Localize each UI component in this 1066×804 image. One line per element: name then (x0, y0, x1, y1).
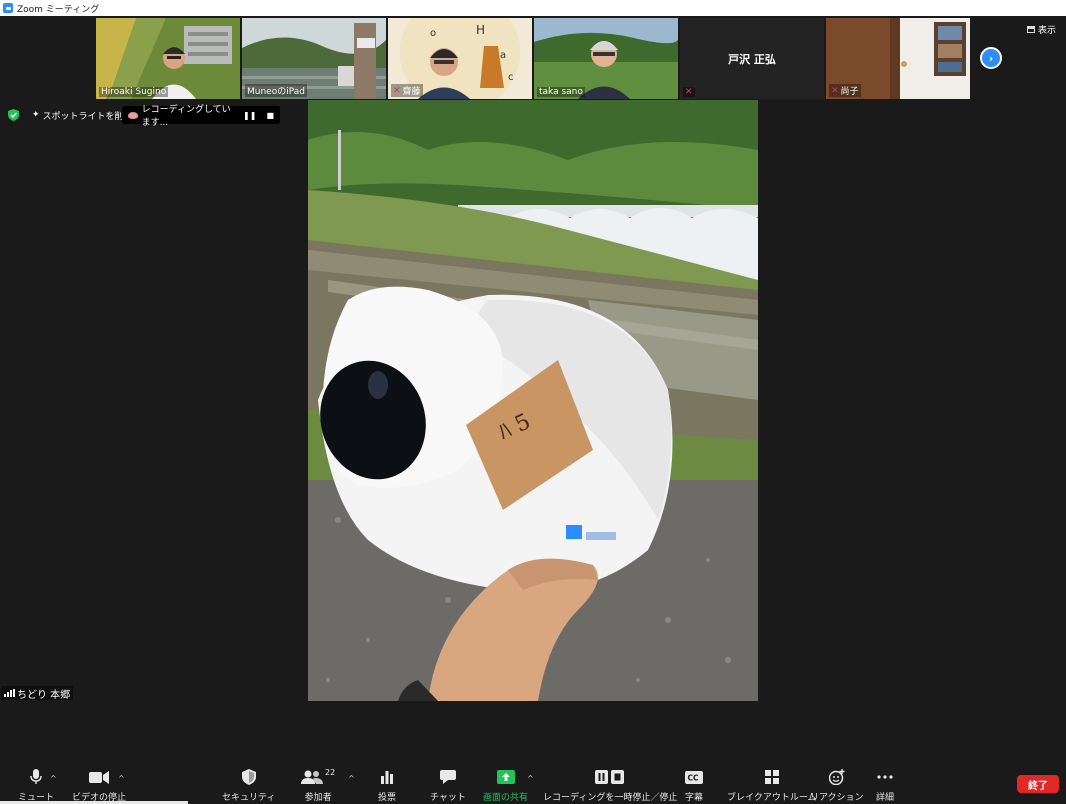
participants-button[interactable]: 22 参加者 (301, 768, 335, 803)
participant-tile[interactable]: o H a c ✕ 齋藤 (388, 18, 532, 99)
mic-muted-icon: ✕ (685, 87, 693, 97)
svg-text:o: o (430, 28, 436, 39)
svg-text:CC: CC (688, 773, 700, 782)
end-meeting-button[interactable]: 終了 (1017, 775, 1059, 793)
video-camera-icon (89, 768, 109, 786)
title-bar: Zoom ミーティング (0, 0, 1066, 16)
more-dots-icon (877, 768, 893, 786)
active-speaker-tag: ちどり 本郷 (1, 686, 74, 701)
microphone-icon (30, 768, 42, 786)
view-grid-icon (1027, 26, 1035, 33)
cc-icon: CC (685, 768, 703, 786)
remove-spotlight-button[interactable]: ✦ スポットライトを削除 (28, 107, 137, 123)
more-button[interactable]: 詳細 (876, 768, 894, 803)
participant-name-center: 戸沢 正弘 (728, 52, 776, 66)
recording-indicator: レコーディングしています... ❚❚ ■ (122, 105, 280, 128)
chevron-right-icon: › (988, 51, 994, 65)
security-label: セキュリティ (222, 793, 276, 803)
pause-stop-icon (595, 768, 625, 786)
participant-name: taka sano (537, 87, 585, 97)
pin-icon: ✦ (32, 110, 40, 120)
participant-name-text: 尚子 (840, 87, 859, 97)
participant-tile[interactable]: MuneoのiPad (242, 18, 386, 99)
participants-count-badge: 22 (325, 768, 336, 777)
participant-strip: Hiroaki Sugino MuneoのiPad o H a c ✕ 齋藤 t… (96, 18, 970, 99)
pause-stop-recording-button[interactable]: レコーディングを一時停止／停止 (543, 768, 677, 803)
participant-name: ✕ (683, 87, 695, 97)
svg-text:c: c (508, 72, 514, 83)
main-video: ﾊ 5 (308, 100, 758, 701)
captions-label: 字幕 (685, 793, 704, 803)
share-screen-button[interactable]: 画面の共有 (483, 768, 528, 803)
participant-name: ✕ 尚子 (829, 84, 861, 97)
bar-chart-icon (380, 768, 394, 786)
chat-bubble-icon (439, 768, 456, 786)
security-shield-icon[interactable] (8, 109, 19, 121)
next-page-button[interactable]: › (980, 47, 1002, 69)
participants-label: 参加者 (304, 793, 332, 803)
more-label: 詳細 (876, 793, 895, 803)
chevron-up-icon[interactable]: ^ (50, 774, 57, 783)
mic-muted-icon: ✕ (393, 85, 401, 96)
signal-bars-icon (4, 689, 15, 697)
share-arrow-icon (496, 768, 515, 786)
recording-control-label: レコーディングを一時停止／停止 (543, 793, 678, 803)
view-button[interactable]: 表示 (1027, 23, 1056, 36)
polls-label: 投票 (378, 793, 397, 803)
reactions-button[interactable]: リアクション (810, 768, 864, 803)
main-video-frame: ﾊ 5 (308, 100, 758, 701)
participant-tile[interactable]: Hiroaki Sugino (96, 18, 240, 99)
security-button[interactable]: セキュリティ (222, 768, 275, 803)
polls-button[interactable]: 投票 (378, 768, 396, 803)
smiley-add-icon (828, 768, 845, 786)
reactions-label: リアクション (810, 793, 864, 803)
spotlight-label: スポットライトを削除 (42, 111, 133, 122)
captions-button[interactable]: CC 字幕 (685, 768, 703, 803)
participant-name-text: 齋藤 (402, 87, 421, 97)
breakout-rooms-button[interactable]: ブレイクアウトルーム (727, 768, 817, 803)
active-speaker-name: ちどり 本郷 (17, 689, 71, 701)
view-label: 表示 (1038, 26, 1057, 36)
zoom-logo-icon (3, 3, 13, 13)
svg-text:a: a (500, 50, 506, 61)
participant-name: ✕ 齋藤 (391, 84, 423, 97)
participant-name: Hiroaki Sugino (99, 87, 169, 97)
meeting-toolbar: ミュート ^ ビデオの停止 ^ セキュリティ 22 参加者 ^ 投票 チャット (0, 760, 1066, 804)
share-label: 画面の共有 (483, 793, 529, 803)
pause-recording-icon[interactable]: ❚❚ (243, 111, 256, 120)
breakout-label: ブレイクアウトルーム (727, 793, 817, 803)
stop-recording-icon[interactable]: ■ (266, 111, 274, 120)
mic-muted-icon: ✕ (831, 85, 839, 96)
mute-button[interactable]: ミュート (18, 768, 54, 803)
participant-tile[interactable]: taka sano (534, 18, 678, 99)
participant-name: MuneoのiPad (245, 84, 307, 97)
svg-text:H: H (476, 23, 485, 37)
grid-icon (764, 768, 779, 786)
chat-label: チャット (430, 793, 466, 803)
chevron-up-icon[interactable]: ^ (348, 774, 355, 783)
people-icon: 22 (301, 768, 335, 786)
chevron-up-icon[interactable]: ^ (118, 774, 125, 783)
recording-label: レコーディングしています... (141, 105, 231, 128)
chat-button[interactable]: チャット (430, 768, 466, 803)
chevron-up-icon[interactable]: ^ (527, 774, 534, 783)
cloud-recording-icon (128, 111, 138, 119)
participant-tile[interactable]: ✕ 尚子 (826, 18, 970, 99)
shield-icon (241, 768, 256, 786)
window-title: Zoom ミーティング (17, 4, 100, 15)
participant-tile[interactable]: 戸沢 正弘 ✕ (680, 18, 824, 99)
